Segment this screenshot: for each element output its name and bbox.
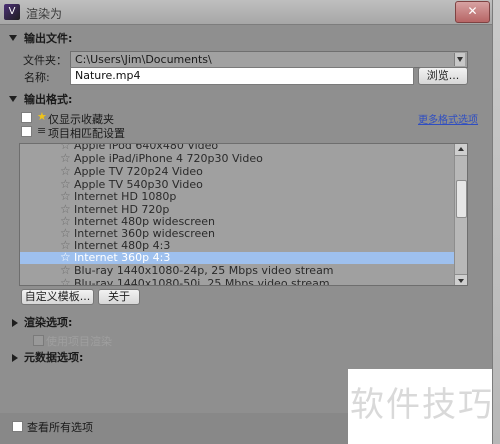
window-title: 渲染为 bbox=[26, 7, 63, 21]
list-item-label: Apple iPad/iPhone 4 720p30 Video bbox=[74, 152, 263, 165]
watermark-text: 软件技巧 bbox=[350, 385, 494, 425]
scroll-up-icon[interactable] bbox=[455, 144, 467, 156]
app-icon: V bbox=[4, 4, 20, 20]
list-item-selected[interactable]: ☆ Internet 360p 4:3 bbox=[20, 251, 454, 264]
window-edge bbox=[492, 0, 500, 444]
star-icon[interactable]: ☆ bbox=[60, 144, 71, 151]
output-format-title: 输出格式: bbox=[24, 93, 73, 106]
match-project-label: 项目相匹配设置 bbox=[48, 127, 125, 140]
footer-bar: 查看所有选项 bbox=[0, 413, 348, 444]
output-file-expand-icon[interactable] bbox=[9, 35, 17, 41]
star-icon[interactable]: ☆ bbox=[60, 264, 71, 276]
render-sub-option-checkbox bbox=[33, 335, 44, 346]
customize-template-button[interactable]: 自定义模板... bbox=[21, 289, 94, 305]
file-name-input[interactable]: Nature.mp4 bbox=[70, 67, 414, 85]
list-item-label: Apple iPod 640x480 Video bbox=[74, 143, 219, 152]
list-item-label: Apple TV 720p24 Video bbox=[74, 165, 203, 178]
render-options-expand-icon[interactable] bbox=[12, 319, 18, 327]
star-icon[interactable]: ☆ bbox=[60, 165, 71, 177]
match-project-checkbox[interactable] bbox=[21, 126, 32, 137]
list-item[interactable]: ☆ Apple iPad/iPhone 4 720p30 Video bbox=[20, 152, 454, 165]
render-dialog: V 渲染为 ✕ 输出文件: 文件夹： C:\Users\Jim\Document… bbox=[0, 0, 500, 444]
metadata-options-expand-icon[interactable] bbox=[12, 354, 18, 362]
browse-button[interactable]: 浏览... bbox=[418, 67, 468, 85]
scroll-down-icon[interactable] bbox=[455, 274, 467, 285]
show-all-options-checkbox[interactable] bbox=[12, 421, 23, 432]
favorite-star-icon: ★ bbox=[37, 110, 47, 123]
render-sub-option-label: 使用项目渲染 bbox=[46, 335, 112, 348]
close-button[interactable]: ✕ bbox=[455, 1, 490, 23]
list-item-label: Internet HD 1080p bbox=[74, 190, 177, 203]
folder-label: 文件夹： bbox=[23, 54, 67, 67]
format-list[interactable]: ☆ Apple iPod 640x480 Video ☆ Apple iPad/… bbox=[19, 143, 468, 286]
render-options-title: 渲染选项: bbox=[24, 316, 73, 329]
file-name-value: Nature.mp4 bbox=[75, 69, 141, 82]
show-all-options-label: 查看所有选项 bbox=[27, 421, 93, 434]
star-icon[interactable]: ☆ bbox=[60, 277, 71, 285]
list-item[interactable]: ☆ Blu-ray 1440x1080-50i, 25 Mbps video s… bbox=[20, 277, 454, 286]
list-item[interactable]: ☆ Blu-ray 1440x1080-24p, 25 Mbps video s… bbox=[20, 264, 454, 277]
title-bar: V 渲染为 ✕ bbox=[0, 0, 492, 25]
folder-select-value: C:\Users\Jim\Documents\ bbox=[75, 53, 212, 66]
watermark-overlay: 软件技巧 bbox=[348, 369, 500, 444]
star-icon[interactable]: ☆ bbox=[60, 251, 71, 263]
list-item-label: Internet 360p 4:3 bbox=[74, 251, 171, 264]
metadata-options-title: 元数据选项: bbox=[24, 351, 84, 364]
show-favorites-checkbox[interactable] bbox=[21, 112, 32, 123]
list-item[interactable]: ☆ Apple iPod 640x480 Video bbox=[20, 143, 454, 152]
project-match-icon: ≡ bbox=[37, 124, 47, 137]
more-format-options-link[interactable]: 更多格式选项 bbox=[418, 111, 478, 126]
list-item-label: Blu-ray 1440x1080-50i, 25 Mbps video str… bbox=[74, 277, 330, 286]
scroll-thumb[interactable] bbox=[456, 180, 467, 218]
name-label: 名称: bbox=[24, 71, 50, 84]
star-icon[interactable]: ☆ bbox=[60, 152, 71, 164]
list-item-label: Blu-ray 1440x1080-24p, 25 Mbps video str… bbox=[74, 264, 334, 277]
chevron-down-icon[interactable] bbox=[454, 53, 465, 66]
star-icon[interactable]: ☆ bbox=[60, 190, 71, 202]
output-format-expand-icon[interactable] bbox=[9, 96, 17, 102]
about-button[interactable]: 关于 bbox=[98, 289, 140, 305]
list-item[interactable]: ☆ Apple TV 720p24 Video bbox=[20, 165, 454, 178]
list-item[interactable]: ☆ Internet HD 1080p bbox=[20, 190, 454, 203]
folder-select[interactable]: C:\Users\Jim\Documents\ bbox=[70, 51, 468, 68]
format-list-scrollbar[interactable] bbox=[454, 144, 467, 285]
output-file-title: 输出文件: bbox=[24, 32, 73, 45]
